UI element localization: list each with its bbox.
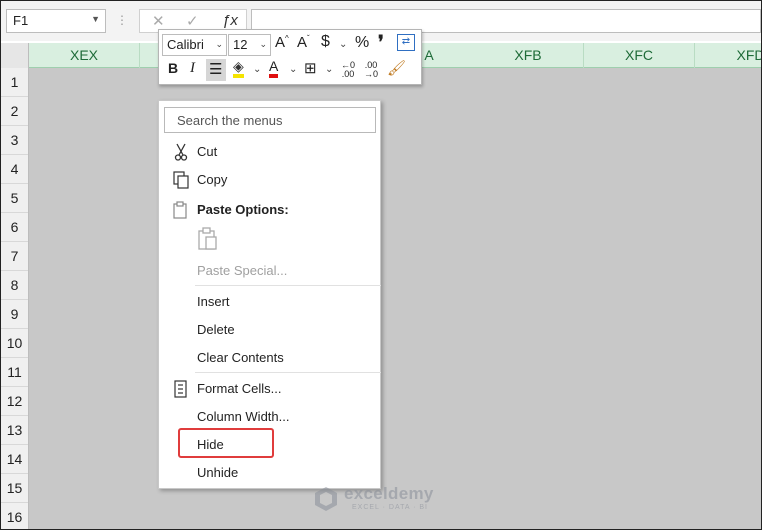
row-header[interactable]: 14: [1, 445, 28, 474]
wrap-text-icon[interactable]: ⇄: [397, 34, 415, 51]
menu-item-paste-options: Paste Options:: [159, 197, 382, 223]
increase-font-size-icon[interactable]: A^: [275, 34, 289, 51]
fill-color-icon[interactable]: ◈: [233, 58, 244, 78]
increase-decimal-icon[interactable]: ←0.00: [341, 61, 355, 79]
menu-item-format-cells[interactable]: Format Cells...: [159, 376, 382, 402]
font-name-value: Calibri: [167, 37, 204, 52]
chevron-down-icon[interactable]: ⌄: [289, 64, 297, 75]
borders-icon[interactable]: ⊞: [304, 59, 317, 77]
row-header[interactable]: 1: [1, 68, 28, 97]
menu-item-cut[interactable]: Cut: [159, 139, 382, 165]
scissors-icon: [174, 143, 188, 161]
row-header[interactable]: 2: [1, 97, 28, 126]
center-align-button[interactable]: ☰: [206, 59, 226, 81]
row-header[interactable]: 5: [1, 184, 28, 213]
copy-icon: [173, 171, 189, 189]
menu-item-label: Format Cells...: [197, 381, 282, 396]
excel-window: F1 ▼ ⋮ ✕ ✓ ƒx XEX XFB XFC XFD A 1 2 3 4 …: [0, 0, 762, 530]
row-header-column: 1 2 3 4 5 6 7 8 9 10 11 12 13 14 15 16: [1, 68, 29, 529]
format-painter-icon[interactable]: 🖌: [387, 59, 406, 77]
row-header[interactable]: 6: [1, 213, 28, 242]
chevron-down-icon[interactable]: ⌄: [325, 64, 333, 75]
row-header[interactable]: 9: [1, 300, 28, 329]
clipboard-icon: [173, 201, 187, 219]
column-header-xfc[interactable]: XFC: [584, 43, 695, 68]
column-header-xfb[interactable]: XFB: [473, 43, 584, 68]
row-header[interactable]: 12: [1, 387, 28, 416]
row-header[interactable]: 11: [1, 358, 28, 387]
row-header[interactable]: 3: [1, 126, 28, 155]
menu-item-paste-special[interactable]: Paste Special...: [159, 258, 382, 284]
hide-highlight-box: [178, 428, 274, 458]
name-box-value: F1: [13, 13, 29, 28]
selected-cell-range[interactable]: [29, 68, 761, 529]
chevron-down-icon[interactable]: ⌄: [215, 39, 223, 50]
column-header-xfd[interactable]: XFD: [695, 43, 762, 68]
exceldemy-logo-icon: [315, 487, 337, 511]
menu-item-label: Unhide: [197, 465, 239, 480]
font-size-value: 12: [233, 37, 248, 52]
select-all-corner[interactable]: [1, 43, 29, 68]
menu-divider: [195, 285, 381, 286]
percent-icon[interactable]: %: [355, 34, 369, 52]
decrease-font-size-icon[interactable]: Aˇ: [297, 34, 310, 51]
row-header[interactable]: 15: [1, 474, 28, 503]
center-align-icon: ☰: [209, 61, 223, 78]
format-cells-icon: [174, 380, 187, 398]
paste-icon[interactable]: [196, 226, 220, 252]
menu-item-label: Cut: [197, 144, 218, 159]
check-icon[interactable]: ✓: [186, 12, 199, 30]
currency-icon[interactable]: $: [321, 33, 330, 51]
column-header-fragment: A: [424, 47, 434, 63]
menu-item-insert[interactable]: Insert: [159, 289, 382, 315]
menu-item-label: Column Width...: [197, 409, 290, 424]
vertical-dots-icon: ⋮: [116, 13, 128, 27]
row-header[interactable]: 8: [1, 271, 28, 300]
watermark-name: exceldemy: [344, 484, 434, 503]
bold-icon[interactable]: B: [168, 60, 178, 76]
chevron-down-icon[interactable]: ▼: [91, 14, 100, 24]
row-header[interactable]: 16: [1, 503, 28, 529]
comma-style-icon[interactable]: ❜: [378, 32, 384, 53]
row-header[interactable]: 13: [1, 416, 28, 445]
menu-item-label: Delete: [197, 322, 235, 337]
chevron-down-icon[interactable]: ⌄: [339, 39, 347, 50]
italic-icon[interactable]: I: [190, 60, 195, 77]
menu-item-column-width[interactable]: Column Width...: [159, 404, 382, 430]
chevron-down-icon[interactable]: ⌄: [253, 64, 261, 75]
cancel-icon[interactable]: ✕: [152, 12, 165, 30]
menu-item-label: Paste Options:: [197, 202, 289, 217]
menu-item-delete[interactable]: Delete: [159, 317, 382, 343]
decrease-decimal-icon[interactable]: .00 →0: [364, 61, 378, 79]
mini-toolbar: Calibri ⌄ 12 ⌄ A^ Aˇ $ ⌄ % ❜ ⇄ B I ☰ ◈ ⌄…: [158, 29, 422, 85]
name-box[interactable]: F1 ▼: [6, 9, 106, 33]
menu-search-input[interactable]: Search the menus: [164, 107, 376, 133]
menu-item-label: Paste Special...: [197, 263, 288, 278]
exceldemy-watermark: exceldemy EXCEL · DATA · BI: [312, 483, 457, 517]
chevron-down-icon[interactable]: ⌄: [259, 39, 267, 50]
menu-item-label: Clear Contents: [197, 350, 284, 365]
menu-divider: [195, 372, 381, 373]
column-header-xex[interactable]: XEX: [29, 43, 140, 68]
row-header[interactable]: 4: [1, 155, 28, 184]
watermark-tagline: EXCEL · DATA · BI: [352, 504, 428, 511]
font-name-box[interactable]: Calibri ⌄: [162, 34, 227, 56]
menu-item-clear-contents[interactable]: Clear Contents: [159, 345, 382, 371]
row-header[interactable]: 7: [1, 242, 28, 271]
insert-function-icon[interactable]: ƒx: [222, 12, 238, 29]
menu-item-label: Insert: [197, 294, 230, 309]
menu-item-label: Copy: [197, 172, 228, 187]
font-size-box[interactable]: 12 ⌄: [228, 34, 271, 56]
font-color-icon[interactable]: A: [269, 58, 279, 78]
row-header[interactable]: 10: [1, 329, 28, 358]
menu-item-copy[interactable]: Copy: [159, 167, 382, 193]
